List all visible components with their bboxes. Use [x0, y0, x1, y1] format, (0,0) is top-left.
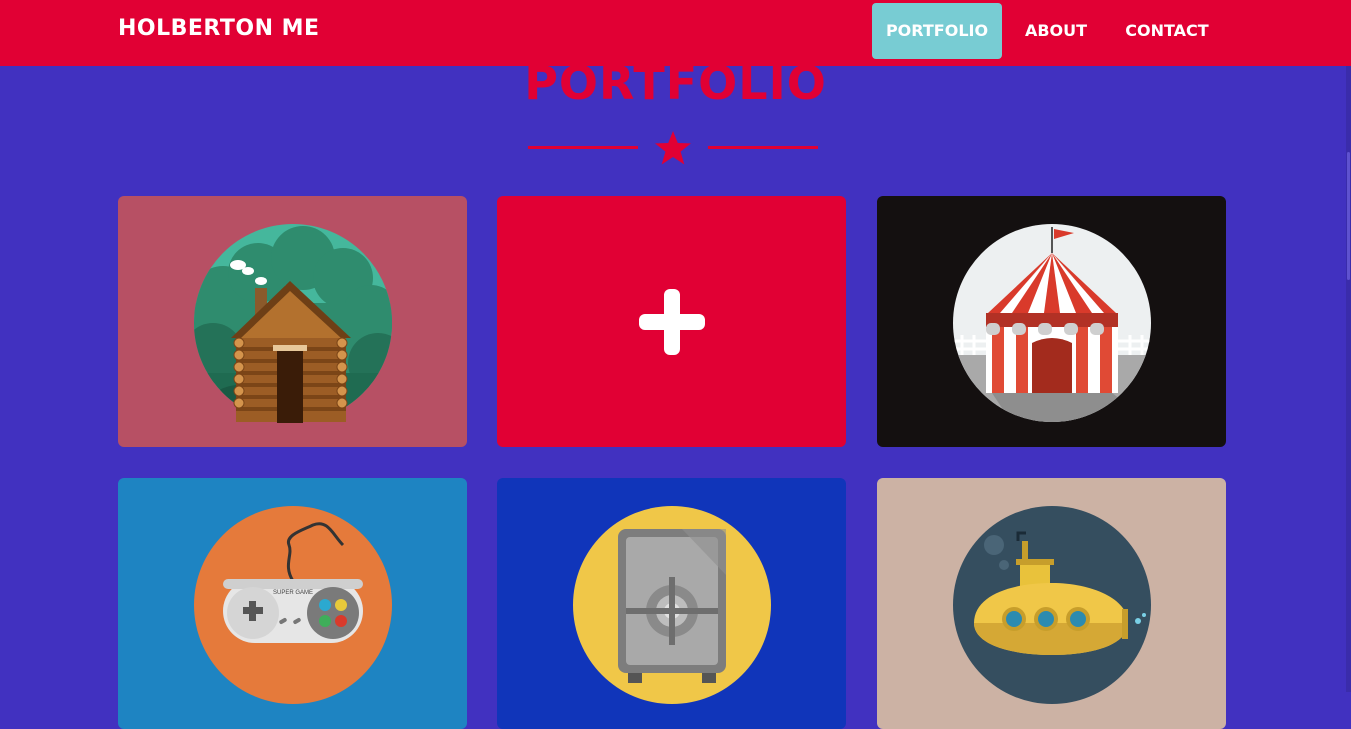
portfolio-item-game-controller[interactable]: SUPER GAME [118, 478, 467, 729]
cabin-icon [194, 224, 392, 423]
portfolio-item-submarine[interactable] [877, 478, 1226, 729]
safe-icon [573, 506, 771, 704]
divider-line-left [528, 146, 638, 149]
star-icon [655, 131, 691, 165]
nav-link-contact[interactable]: CONTACT [1112, 3, 1222, 59]
plus-icon [639, 289, 705, 355]
game-controller-icon: SUPER GAME [194, 506, 392, 704]
portfolio-item-add[interactable] [497, 196, 846, 447]
portfolio-item-cabin[interactable] [118, 196, 467, 447]
controller-label: SUPER GAME [273, 590, 313, 596]
scrollbar-thumb[interactable] [1347, 152, 1350, 280]
nav-link-about[interactable]: ABOUT [1017, 3, 1095, 59]
nav-link-portfolio[interactable]: PORTFOLIO [872, 3, 1002, 59]
portfolio-item-circus[interactable] [877, 196, 1226, 447]
divider-line-right [708, 146, 818, 149]
circus-tent-icon [953, 224, 1151, 422]
portfolio-item-safe[interactable] [497, 478, 846, 729]
brand-logo[interactable]: HOLBERTON ME [118, 16, 320, 41]
navbar: HOLBERTON ME PORTFOLIO ABOUT CONTACT [0, 0, 1351, 66]
submarine-icon [953, 506, 1151, 704]
